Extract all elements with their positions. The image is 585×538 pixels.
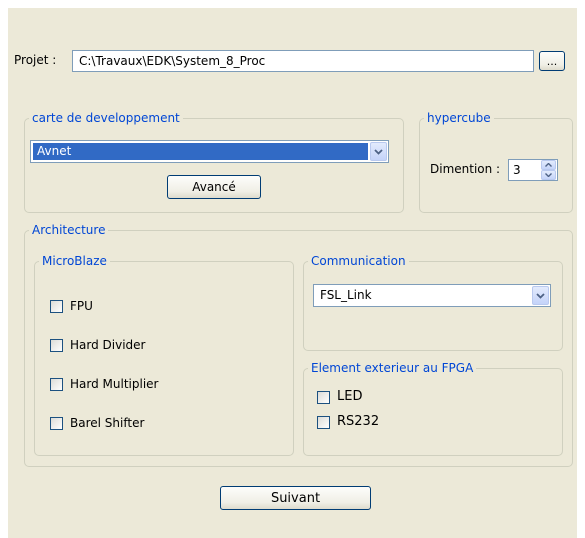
hypercube-group: hypercube Dimention : 3	[419, 110, 573, 213]
architecture-group-title: Architecture	[29, 222, 109, 238]
board-select[interactable]: Avnet	[30, 140, 389, 163]
browse-button[interactable]: ...	[539, 51, 565, 71]
external-group-title: Element exterieur au FPGA	[308, 360, 477, 376]
dimension-label: Dimention :	[430, 162, 501, 176]
fpu-label: FPU	[70, 299, 93, 313]
dimension-spinner[interactable]: 3	[508, 159, 558, 181]
hard-multiplier-label: Hard Multiplier	[70, 377, 159, 391]
barel-shifter-label: Barel Shifter	[70, 416, 145, 430]
advanced-button[interactable]: Avancé	[167, 175, 261, 199]
chevron-down-icon[interactable]	[532, 286, 549, 305]
chevron-down-icon[interactable]	[370, 142, 387, 161]
board-select-value: Avnet	[33, 143, 368, 160]
architecture-group: Architecture MicroBlaze FPU Hard Divider…	[24, 222, 573, 467]
rs232-checkbox[interactable]	[317, 416, 330, 429]
hard-multiplier-checkbox[interactable]	[50, 378, 63, 391]
communication-group: Communication FSL_Link	[303, 253, 563, 351]
led-checkbox[interactable]	[317, 391, 330, 404]
led-label: LED	[337, 389, 363, 404]
communication-select[interactable]: FSL_Link	[313, 284, 551, 307]
next-button[interactable]: Suivant	[220, 486, 371, 510]
dimension-value: 3	[513, 163, 521, 177]
rs232-label: RS232	[337, 414, 380, 429]
dialog-panel: Projet : C:\Travaux\EDK\System_8_Proc ..…	[8, 8, 577, 538]
hard-divider-checkbox[interactable]	[50, 339, 63, 352]
hard-divider-label: Hard Divider	[70, 338, 146, 352]
project-label: Projet :	[14, 53, 57, 67]
board-group: carte de developpement Avnet Avancé	[24, 110, 404, 213]
project-path-input[interactable]: C:\Travaux\EDK\System_8_Proc	[72, 50, 534, 72]
microblaze-group-title: MicroBlaze	[39, 253, 110, 269]
communication-select-value: FSL_Link	[320, 288, 372, 302]
microblaze-group: MicroBlaze FPU Hard Divider Hard Multipl…	[34, 253, 294, 456]
communication-group-title: Communication	[308, 253, 409, 269]
hypercube-group-title: hypercube	[424, 110, 494, 126]
spin-down-icon[interactable]	[541, 170, 556, 180]
barel-shifter-checkbox[interactable]	[50, 417, 63, 430]
spin-up-icon[interactable]	[541, 160, 556, 170]
external-group: Element exterieur au FPGA LED RS232	[303, 360, 563, 456]
board-group-title: carte de developpement	[29, 110, 183, 126]
fpu-checkbox[interactable]	[50, 300, 63, 313]
